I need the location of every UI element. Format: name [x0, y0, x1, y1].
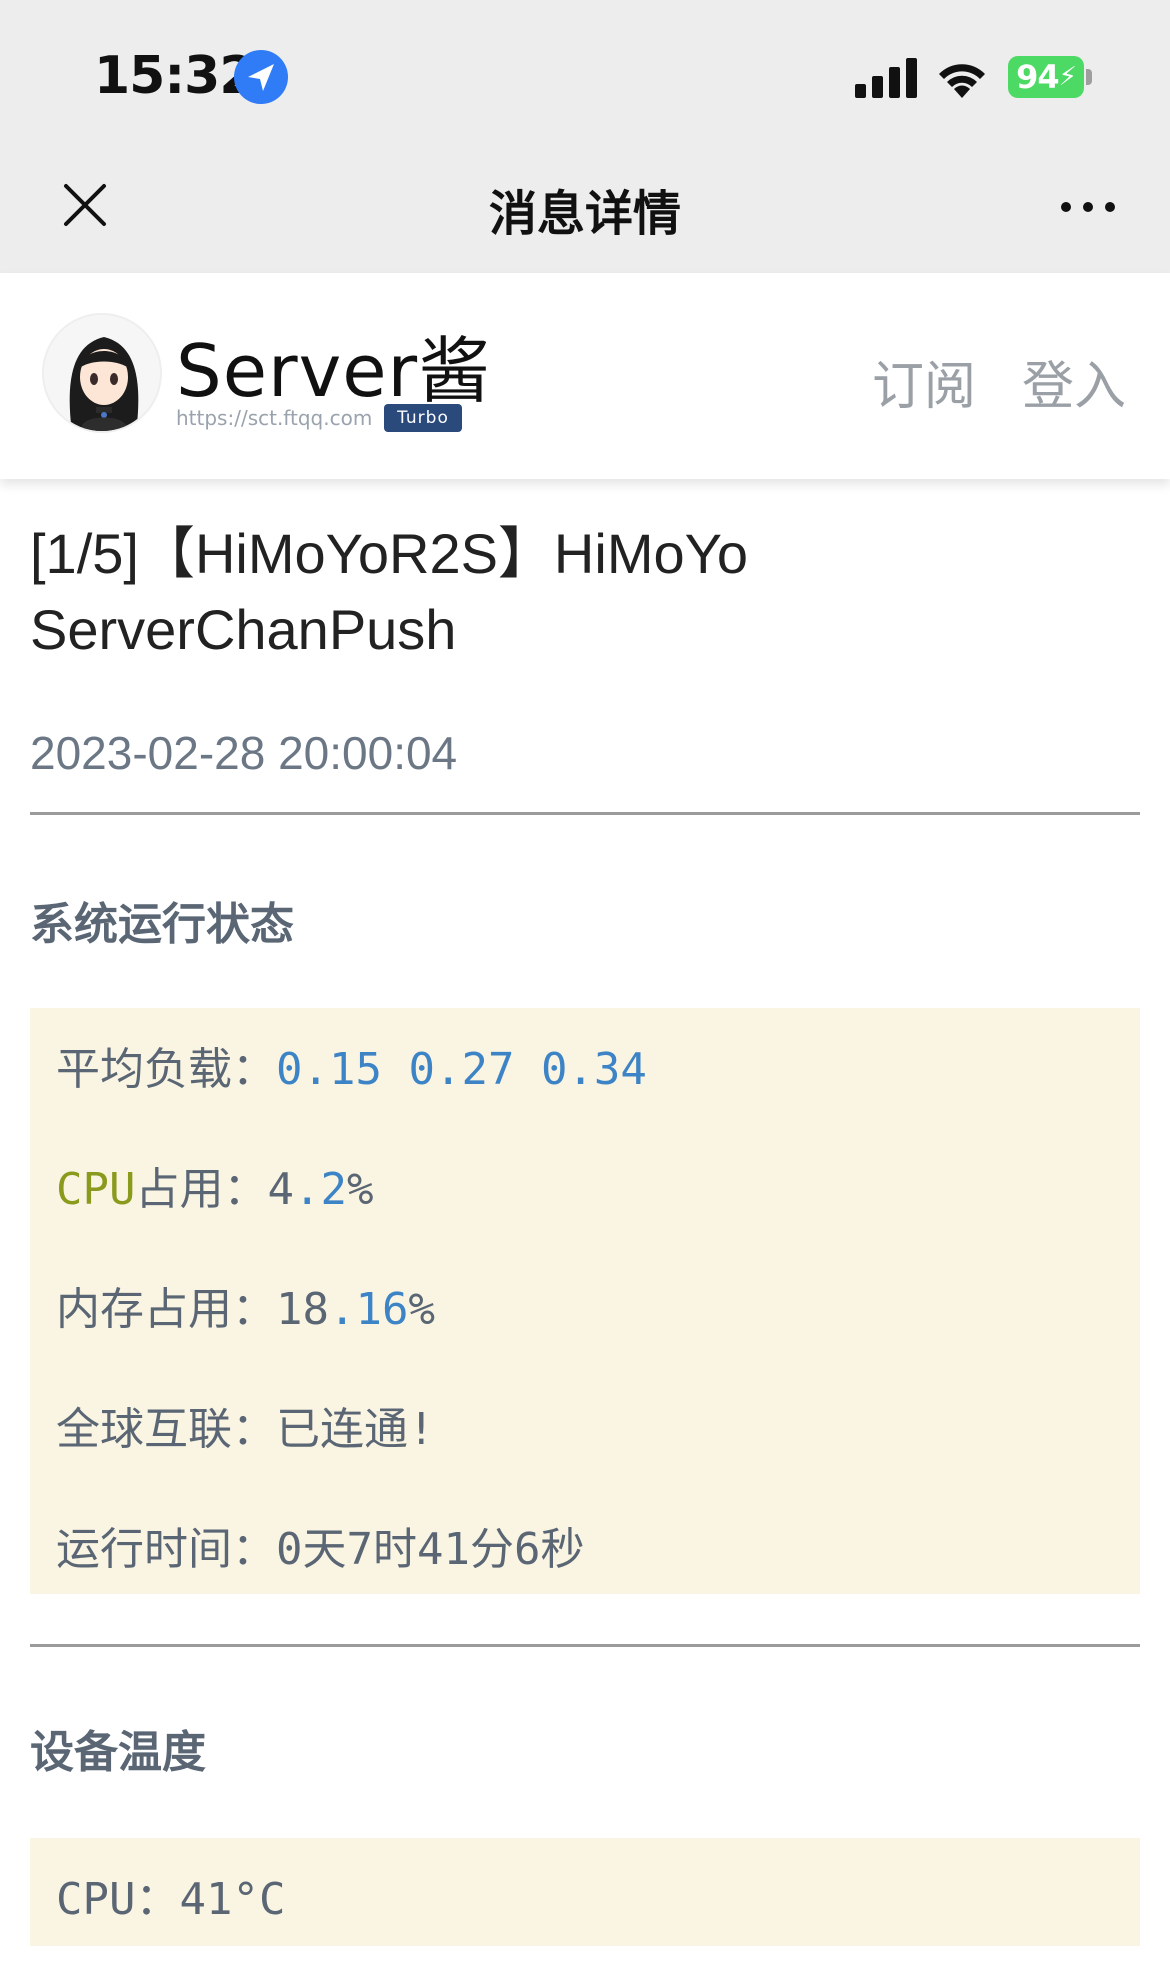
- cpu-temperature-line: CPU：41°C: [56, 1863, 285, 1927]
- section-heading-temperature: 设备温度: [30, 1727, 206, 1778]
- uptime-label: 运行时间：: [56, 1524, 276, 1575]
- divider: [30, 812, 1140, 815]
- load-value-3: 0.34: [540, 1044, 647, 1095]
- charging-bolt-icon: ⚡: [1058, 62, 1077, 92]
- load-value-1: 0.15: [276, 1044, 382, 1095]
- nav-title: 消息详情: [488, 186, 681, 242]
- net-label: 全球互联：: [56, 1404, 276, 1455]
- uptime-line: 运行时间：0天7时41分6秒: [56, 1513, 584, 1577]
- load-average-line: 平均负载：0.15 0.27 0.34: [56, 1033, 647, 1097]
- cpu-value-int: 4: [267, 1164, 294, 1215]
- wifi-icon: [939, 64, 985, 98]
- login-link[interactable]: 登入: [1022, 344, 1126, 419]
- mem-label: 内存占用：: [56, 1284, 276, 1335]
- cpu-value-frac: .2: [293, 1164, 347, 1215]
- brand-url: https://sct.ftqq.com: [176, 406, 373, 430]
- memory-usage-line: 内存占用：18.16%: [56, 1273, 435, 1337]
- cpu-unit: %: [346, 1164, 374, 1215]
- turbo-badge: Turbo: [384, 404, 462, 432]
- cellular-signal-icon: [855, 58, 917, 98]
- avatar[interactable]: [42, 313, 162, 433]
- divider: [30, 1644, 1140, 1647]
- load-value-2: 0.27: [408, 1044, 515, 1095]
- status-time: 15:32: [94, 46, 256, 106]
- message-timestamp: 2023-02-28 20:00:04: [30, 727, 458, 779]
- location-arrow-icon: [234, 50, 288, 104]
- avatar-girl-icon: [44, 315, 160, 431]
- more-options-icon[interactable]: [1058, 196, 1118, 218]
- mem-unit: %: [408, 1284, 435, 1335]
- battery-icon: 94 ⚡: [1008, 56, 1084, 98]
- load-label: 平均负载：: [56, 1044, 276, 1095]
- subscribe-link[interactable]: 订阅: [872, 344, 976, 419]
- mem-value-int: 18: [276, 1284, 329, 1335]
- cpu-prefix: CPU: [56, 1164, 136, 1215]
- cpu-label: 占用：: [135, 1164, 268, 1215]
- cpu-temp-label: CPU：: [56, 1874, 180, 1925]
- cpu-usage-line: CPU占用：4.2%: [56, 1153, 373, 1217]
- net-value: 已连通!: [276, 1404, 435, 1455]
- section-heading-system-status: 系统运行状态: [30, 899, 294, 950]
- mem-value-frac: .16: [328, 1284, 409, 1335]
- cpu-temp-value: 41°C: [179, 1874, 286, 1925]
- network-line: 全球互联：已连通!: [56, 1393, 435, 1457]
- battery-cap: [1086, 69, 1092, 85]
- battery-level: 94: [1016, 58, 1060, 96]
- uptime-value: 0天7时41分6秒: [276, 1524, 585, 1575]
- brand-name[interactable]: Server酱: [176, 312, 491, 417]
- message-title: [1/5]【HiMoYoR2S】HiMoYo ServerChanPush: [30, 522, 748, 661]
